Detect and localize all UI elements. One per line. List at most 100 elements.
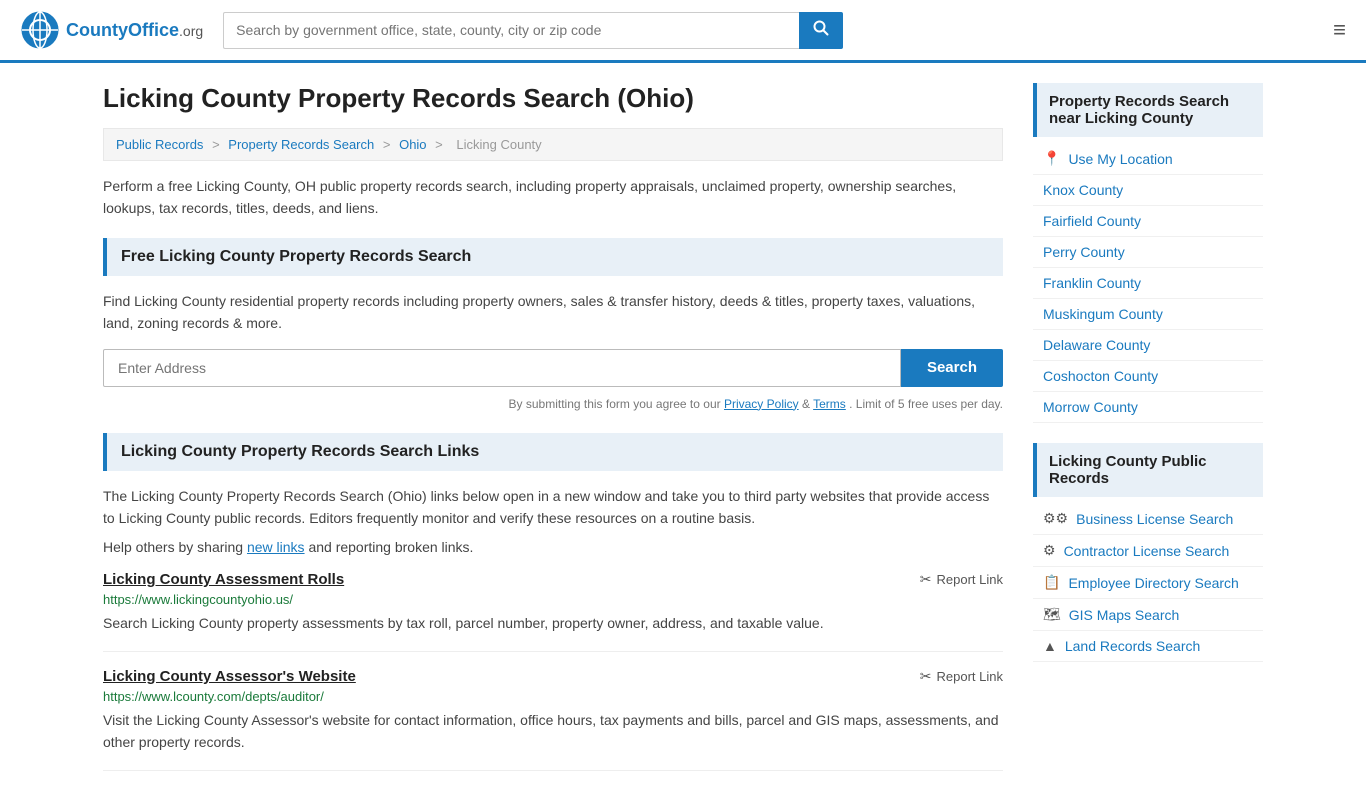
disclaimer-limit: . Limit of 5 free uses per day. xyxy=(849,397,1003,411)
sidebar-item-use-my-location[interactable]: 📍 Use My Location xyxy=(1033,143,1263,175)
sidebar-item-delaware[interactable]: Delaware County xyxy=(1033,330,1263,361)
sidebar-item-land-records[interactable]: ▲ Land Records Search xyxy=(1033,631,1263,662)
link-item-1-title-link[interactable]: Licking County Assessor's Website xyxy=(103,668,356,685)
sidebar-nearby-box: Property Records Search near Licking Cou… xyxy=(1033,83,1263,423)
breadcrumb-current: Licking County xyxy=(456,137,541,152)
sidebar-item-perry[interactable]: Perry County xyxy=(1033,237,1263,268)
logo-domain: .org xyxy=(179,23,203,39)
contractor-license-link[interactable]: Contractor License Search xyxy=(1064,543,1230,559)
report-link-button-0[interactable]: ✂ Report Link xyxy=(920,571,1003,588)
sidebar-item-coshocton[interactable]: Coshocton County xyxy=(1033,361,1263,392)
breadcrumb-public-records[interactable]: Public Records xyxy=(116,137,203,152)
report-link-label-1: Report Link xyxy=(937,669,1003,684)
link-item-1: Licking County Assessor's Website ✂ Repo… xyxy=(103,668,1003,771)
report-link-label-0: Report Link xyxy=(937,572,1003,587)
sidebar-item-business-license[interactable]: ⚙⚙ Business License Search xyxy=(1033,503,1263,535)
muskingum-county-link[interactable]: Muskingum County xyxy=(1043,306,1163,322)
links-section-header: Licking County Property Records Search L… xyxy=(103,433,1003,471)
page-wrap: Licking County Property Records Search (… xyxy=(83,63,1283,811)
site-header: CountyOffice.org ≡ xyxy=(0,0,1366,63)
sidebar-item-employee-directory[interactable]: 📋 Employee Directory Search xyxy=(1033,567,1263,599)
links-section: Licking County Property Records Search L… xyxy=(103,433,1003,771)
gis-maps-link[interactable]: GIS Maps Search xyxy=(1069,607,1180,623)
search-icon xyxy=(813,20,829,36)
sidebar-nearby-header: Property Records Search near Licking Cou… xyxy=(1033,83,1263,137)
free-search-section: Free Licking County Property Records Sea… xyxy=(103,238,1003,413)
fairfield-county-link[interactable]: Fairfield County xyxy=(1043,213,1141,229)
sidebar-public-records-box: Licking County Public Records ⚙⚙ Busines… xyxy=(1033,443,1263,662)
free-search-description: Find Licking County residential property… xyxy=(103,290,1003,335)
breadcrumb-sep-2: > xyxy=(383,137,394,152)
address-search-button[interactable]: Search xyxy=(901,349,1003,387)
new-links-link[interactable]: new links xyxy=(247,539,305,555)
link-item-0: Licking County Assessment Rolls ✂ Report… xyxy=(103,571,1003,651)
address-search-row: Search xyxy=(103,349,1003,387)
breadcrumb-ohio[interactable]: Ohio xyxy=(399,137,426,152)
logo-icon xyxy=(20,10,60,50)
land-icon: ▲ xyxy=(1043,638,1057,654)
map-icon: 🗺 xyxy=(1043,606,1061,623)
delaware-county-link[interactable]: Delaware County xyxy=(1043,337,1150,353)
breadcrumb-sep-1: > xyxy=(212,137,223,152)
hamburger-button[interactable]: ≡ xyxy=(1333,17,1346,43)
coshocton-county-link[interactable]: Coshocton County xyxy=(1043,368,1158,384)
link-item-1-desc: Visit the Licking County Assessor's webs… xyxy=(103,709,1003,754)
sidebar-item-fairfield[interactable]: Fairfield County xyxy=(1033,206,1263,237)
disclaimer-text: By submitting this form you agree to our xyxy=(509,397,721,411)
knox-county-link[interactable]: Knox County xyxy=(1043,182,1123,198)
perry-county-link[interactable]: Perry County xyxy=(1043,244,1125,260)
breadcrumb-property-records-search[interactable]: Property Records Search xyxy=(228,137,374,152)
location-icon: 📍 xyxy=(1043,150,1060,167)
use-my-location-link[interactable]: Use My Location xyxy=(1068,151,1172,167)
breadcrumb-sep-3: > xyxy=(435,137,446,152)
sidebar-public-records-header: Licking County Public Records xyxy=(1033,443,1263,497)
link-item-0-title-link[interactable]: Licking County Assessment Rolls xyxy=(103,571,344,588)
report-icon-0: ✂ xyxy=(920,571,932,588)
sidebar-item-contractor-license[interactable]: ⚙ Contractor License Search xyxy=(1033,535,1263,567)
business-license-link[interactable]: Business License Search xyxy=(1076,511,1233,527)
page-title: Licking County Property Records Search (… xyxy=(103,83,1003,114)
franklin-county-link[interactable]: Franklin County xyxy=(1043,275,1141,291)
form-disclaimer: By submitting this form you agree to our… xyxy=(103,395,1003,413)
sidebar-item-gis-maps[interactable]: 🗺 GIS Maps Search xyxy=(1033,599,1263,631)
terms-link[interactable]: Terms xyxy=(813,397,846,411)
logo-link[interactable]: CountyOffice.org xyxy=(20,10,203,50)
report-icon-1: ✂ xyxy=(920,668,932,685)
book-icon: 📋 xyxy=(1043,574,1060,591)
land-records-link[interactable]: Land Records Search xyxy=(1065,638,1200,654)
global-search-bar xyxy=(223,12,843,49)
link-item-0-desc: Search Licking County property assessmen… xyxy=(103,612,1003,634)
link-item-1-url: https://www.lcounty.com/depts/auditor/ xyxy=(103,689,1003,704)
help-text2-val: and reporting broken links. xyxy=(308,539,473,555)
logo-text-wrap: CountyOffice.org xyxy=(66,20,203,41)
sidebar-item-morrow[interactable]: Morrow County xyxy=(1033,392,1263,423)
link-item-0-header: Licking County Assessment Rolls ✂ Report… xyxy=(103,571,1003,588)
link-item-1-header: Licking County Assessor's Website ✂ Repo… xyxy=(103,668,1003,685)
address-input[interactable] xyxy=(103,349,901,387)
global-search-input[interactable] xyxy=(223,12,799,49)
report-link-button-1[interactable]: ✂ Report Link xyxy=(920,668,1003,685)
free-search-header: Free Licking County Property Records Sea… xyxy=(103,238,1003,276)
sidebar-item-franklin[interactable]: Franklin County xyxy=(1033,268,1263,299)
help-text: Help others by sharing xyxy=(103,539,243,555)
gear1-icon: ⚙ xyxy=(1043,542,1056,559)
privacy-policy-link[interactable]: Privacy Policy xyxy=(724,397,799,411)
disclaimer-and: & xyxy=(802,397,813,411)
link-item-0-url: https://www.lickingcountyohio.us/ xyxy=(103,592,1003,607)
global-search-button[interactable] xyxy=(799,12,843,49)
logo-office: Office xyxy=(128,20,179,40)
gear2-icon: ⚙⚙ xyxy=(1043,510,1068,527)
sidebar-item-muskingum[interactable]: Muskingum County xyxy=(1033,299,1263,330)
morrow-county-link[interactable]: Morrow County xyxy=(1043,399,1138,415)
link-item-0-title: Licking County Assessment Rolls xyxy=(103,571,344,588)
breadcrumb: Public Records > Property Records Search… xyxy=(103,128,1003,161)
links-section-description: The Licking County Property Records Sear… xyxy=(103,485,1003,530)
sidebar-item-knox[interactable]: Knox County xyxy=(1033,175,1263,206)
link-item-1-title: Licking County Assessor's Website xyxy=(103,668,356,685)
page-description: Perform a free Licking County, OH public… xyxy=(103,175,1003,220)
main-content: Licking County Property Records Search (… xyxy=(103,83,1003,791)
employee-directory-link[interactable]: Employee Directory Search xyxy=(1068,575,1238,591)
help-line: Help others by sharing new links and rep… xyxy=(103,539,1003,555)
logo-brand: County xyxy=(66,20,128,40)
sidebar: Property Records Search near Licking Cou… xyxy=(1033,83,1263,791)
